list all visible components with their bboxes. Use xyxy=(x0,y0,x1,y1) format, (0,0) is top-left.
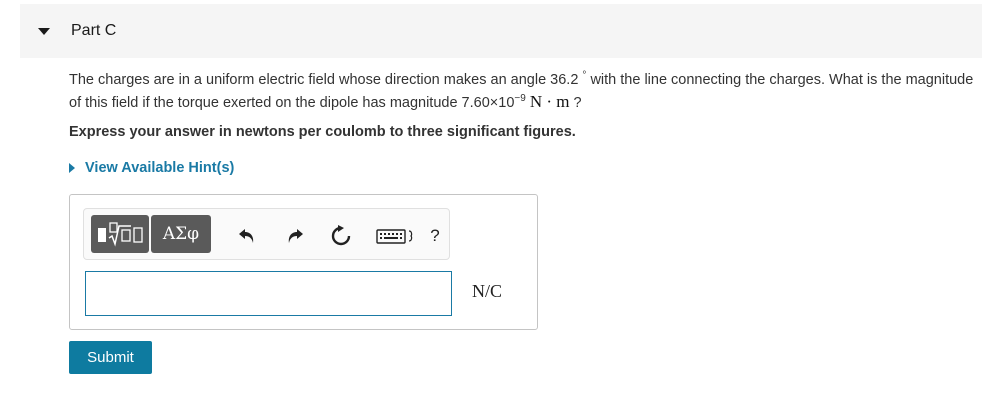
answer-instruction: Express your answer in newtons per coulo… xyxy=(69,124,576,140)
templates-button[interactable] xyxy=(91,215,149,253)
greek-symbols-button[interactable]: ΑΣφ xyxy=(151,215,211,253)
degree-symbol: ° xyxy=(582,70,587,82)
question-text-part1: The charges are in a uniform electric fi… xyxy=(69,72,579,88)
math-toolbar: ΑΣφ ? xyxy=(83,208,450,260)
templates-icon xyxy=(98,222,143,247)
keyboard-icon[interactable] xyxy=(374,225,418,247)
part-header[interactable]: Part C xyxy=(20,4,982,58)
collapse-caret-icon[interactable] xyxy=(38,28,50,35)
undo-icon[interactable] xyxy=(236,225,258,247)
view-hints-link[interactable]: View Available Hint(s) xyxy=(69,160,234,176)
torque-units: N · m xyxy=(529,92,570,111)
exponent: −9 xyxy=(514,93,526,105)
help-icon[interactable]: ? xyxy=(427,225,443,247)
question-end: ? xyxy=(573,95,582,111)
reset-icon[interactable] xyxy=(328,225,354,247)
caret-right-icon xyxy=(69,163,75,173)
question-text: The charges are in a uniform electric fi… xyxy=(69,70,974,114)
answer-panel: ΑΣφ ? N/C xyxy=(69,194,538,330)
answer-unit: N/C xyxy=(472,281,503,301)
submit-button[interactable]: Submit xyxy=(69,341,152,374)
view-hints-label: View Available Hint(s) xyxy=(85,160,235,176)
part-title: Part C xyxy=(71,22,117,39)
answer-input[interactable] xyxy=(85,271,452,316)
redo-icon[interactable] xyxy=(284,225,306,247)
